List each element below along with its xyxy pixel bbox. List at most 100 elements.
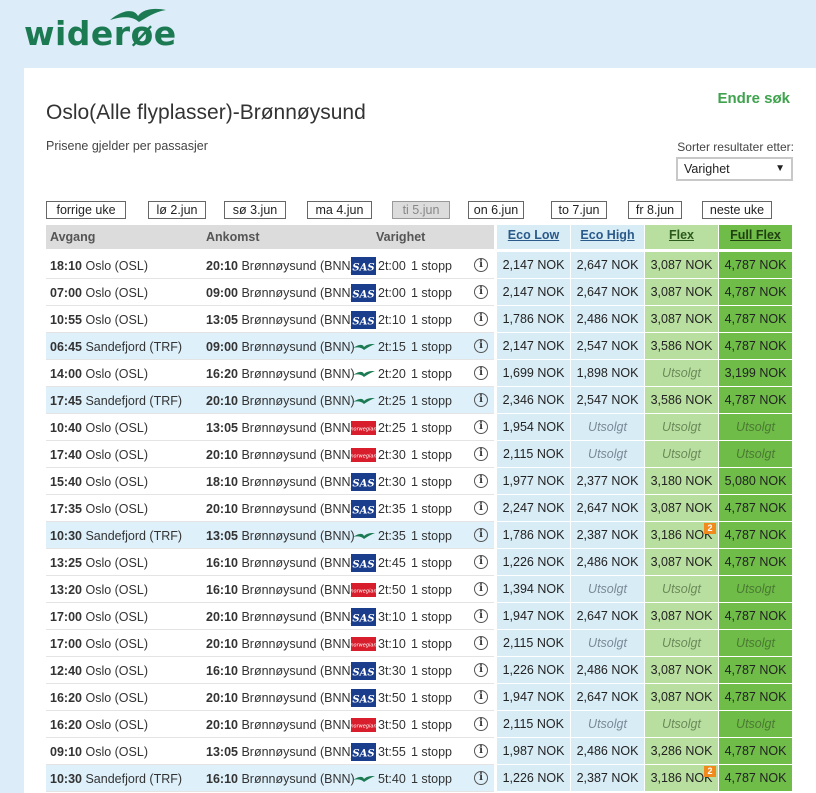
price-eco-high[interactable]: 2,547 NOK (571, 333, 644, 359)
price-flex[interactable]: 3,586 NOK (645, 333, 718, 359)
date-tab[interactable]: lø 2.jun (148, 201, 206, 219)
header-eco-low[interactable]: Eco Low (497, 225, 570, 249)
price-full-flex[interactable]: 4,787 NOK (719, 765, 792, 791)
price-eco-low[interactable]: 1,987 NOK (497, 738, 570, 764)
price-eco-low[interactable]: 1,699 NOK (497, 360, 570, 386)
price-eco-high[interactable]: 2,647 NOK (571, 279, 644, 305)
info-icon[interactable]: i (474, 609, 488, 623)
price-eco-high[interactable]: 2,387 NOK (571, 522, 644, 548)
price-eco-high[interactable]: 1,898 NOK (571, 360, 644, 386)
price-flex[interactable]: 3,087 NOK (645, 603, 718, 629)
price-eco-low[interactable]: 1,977 NOK (497, 468, 570, 494)
info-icon[interactable]: i (474, 555, 488, 569)
price-full-flex[interactable]: 4,787 NOK (719, 549, 792, 575)
date-tab[interactable]: on 6.jun (468, 201, 524, 219)
price-eco-high[interactable]: 2,486 NOK (571, 657, 644, 683)
price-eco-low[interactable]: 2,115 NOK (497, 711, 570, 737)
price-flex[interactable]: 3,586 NOK (645, 387, 718, 413)
info-icon[interactable]: i (474, 339, 488, 353)
info-icon[interactable]: i (474, 663, 488, 677)
price-eco-high[interactable]: 2,647 NOK (571, 603, 644, 629)
price-eco-low[interactable]: 1,786 NOK (497, 306, 570, 332)
price-full-flex[interactable]: 5,080 NOK (719, 468, 792, 494)
next-week-button[interactable]: neste uke (702, 201, 772, 219)
price-eco-high[interactable]: 2,486 NOK (571, 306, 644, 332)
info-icon[interactable]: i (474, 447, 488, 461)
info-icon[interactable]: i (474, 285, 488, 299)
info-icon[interactable]: i (474, 258, 488, 272)
price-full-flex[interactable]: 4,787 NOK (719, 684, 792, 710)
price-eco-high[interactable]: 2,647 NOK (571, 495, 644, 521)
price-eco-high[interactable]: 2,647 NOK (571, 684, 644, 710)
price-eco-low[interactable]: 1,954 NOK (497, 414, 570, 440)
info-icon[interactable]: i (474, 420, 488, 434)
price-full-flex[interactable]: 4,787 NOK (719, 252, 792, 278)
info-icon[interactable]: i (474, 582, 488, 596)
info-icon[interactable]: i (474, 474, 488, 488)
header-full-flex[interactable]: Full Flex (719, 225, 792, 249)
info-icon[interactable]: i (474, 744, 488, 758)
price-flex[interactable]: 3,087 NOK (645, 252, 718, 278)
price-flex[interactable]: 3,186 NOK 2 (645, 765, 718, 791)
price-eco-low[interactable]: 2,147 NOK (497, 279, 570, 305)
price-flex[interactable]: 3,286 NOK (645, 738, 718, 764)
price-eco-low[interactable]: 2,147 NOK (497, 252, 570, 278)
price-eco-high[interactable]: 2,387 NOK (571, 765, 644, 791)
date-tab[interactable]: fr 8.jun (628, 201, 682, 219)
price-full-flex[interactable]: 4,787 NOK (719, 279, 792, 305)
info-icon[interactable]: i (474, 528, 488, 542)
info-icon[interactable]: i (474, 312, 488, 326)
price-flex[interactable]: 3,186 NOK 2 (645, 522, 718, 548)
price-eco-low[interactable]: 1,947 NOK (497, 603, 570, 629)
header-eco-high[interactable]: Eco High (571, 225, 644, 249)
price-eco-low[interactable]: 1,226 NOK (497, 549, 570, 575)
price-full-flex[interactable]: 4,787 NOK (719, 603, 792, 629)
date-tab[interactable]: sø 3.jun (224, 201, 286, 219)
price-eco-high[interactable]: 2,647 NOK (571, 252, 644, 278)
price-eco-high[interactable]: 2,377 NOK (571, 468, 644, 494)
info-icon[interactable]: i (474, 393, 488, 407)
price-eco-low[interactable]: 2,247 NOK (497, 495, 570, 521)
info-icon[interactable]: i (474, 501, 488, 515)
info-icon[interactable]: i (474, 717, 488, 731)
info-icon[interactable]: i (474, 690, 488, 704)
price-flex[interactable]: 3,087 NOK (645, 306, 718, 332)
price-eco-low[interactable]: 1,226 NOK (497, 765, 570, 791)
price-flex[interactable]: 3,087 NOK (645, 684, 718, 710)
sort-select[interactable]: Varighet ▼ (676, 157, 793, 181)
change-search-link[interactable]: Endre søk (717, 90, 790, 107)
price-full-flex[interactable]: 4,787 NOK (719, 522, 792, 548)
price-full-flex[interactable]: 4,787 NOK (719, 657, 792, 683)
price-eco-high[interactable]: 2,486 NOK (571, 738, 644, 764)
price-eco-high[interactable]: 2,547 NOK (571, 387, 644, 413)
price-flex[interactable]: 3,087 NOK (645, 549, 718, 575)
date-tab[interactable]: ti 5.jun (392, 201, 450, 219)
price-full-flex[interactable]: 4,787 NOK (719, 738, 792, 764)
price-full-flex[interactable]: 4,787 NOK (719, 387, 792, 413)
price-eco-low[interactable]: 2,115 NOK (497, 441, 570, 467)
price-eco-low[interactable]: 2,115 NOK (497, 630, 570, 656)
price-eco-low[interactable]: 1,786 NOK (497, 522, 570, 548)
price-eco-low[interactable]: 2,147 NOK (497, 333, 570, 359)
price-flex[interactable]: 3,087 NOK (645, 657, 718, 683)
price-flex[interactable]: 3,180 NOK (645, 468, 718, 494)
wideroe-logo[interactable]: widerøe (24, 6, 176, 54)
header-flex[interactable]: Flex (645, 225, 718, 249)
price-eco-low[interactable]: 1,226 NOK (497, 657, 570, 683)
date-tab[interactable]: ma 4.jun (307, 201, 372, 219)
price-full-flex[interactable]: 4,787 NOK (719, 495, 792, 521)
price-full-flex[interactable]: 4,787 NOK (719, 306, 792, 332)
previous-week-button[interactable]: forrige uke (46, 201, 126, 219)
price-eco-low[interactable]: 1,394 NOK (497, 576, 570, 602)
price-full-flex[interactable]: 3,199 NOK (719, 360, 792, 386)
price-eco-low[interactable]: 1,947 NOK (497, 684, 570, 710)
info-icon[interactable]: i (474, 636, 488, 650)
info-icon[interactable]: i (474, 366, 488, 380)
price-eco-high[interactable]: 2,486 NOK (571, 549, 644, 575)
date-tab[interactable]: to 7.jun (551, 201, 607, 219)
info-icon[interactable]: i (474, 771, 488, 785)
price-flex[interactable]: 3,087 NOK (645, 495, 718, 521)
price-flex[interactable]: 3,087 NOK (645, 279, 718, 305)
price-full-flex[interactable]: 4,787 NOK (719, 333, 792, 359)
price-eco-low[interactable]: 2,346 NOK (497, 387, 570, 413)
